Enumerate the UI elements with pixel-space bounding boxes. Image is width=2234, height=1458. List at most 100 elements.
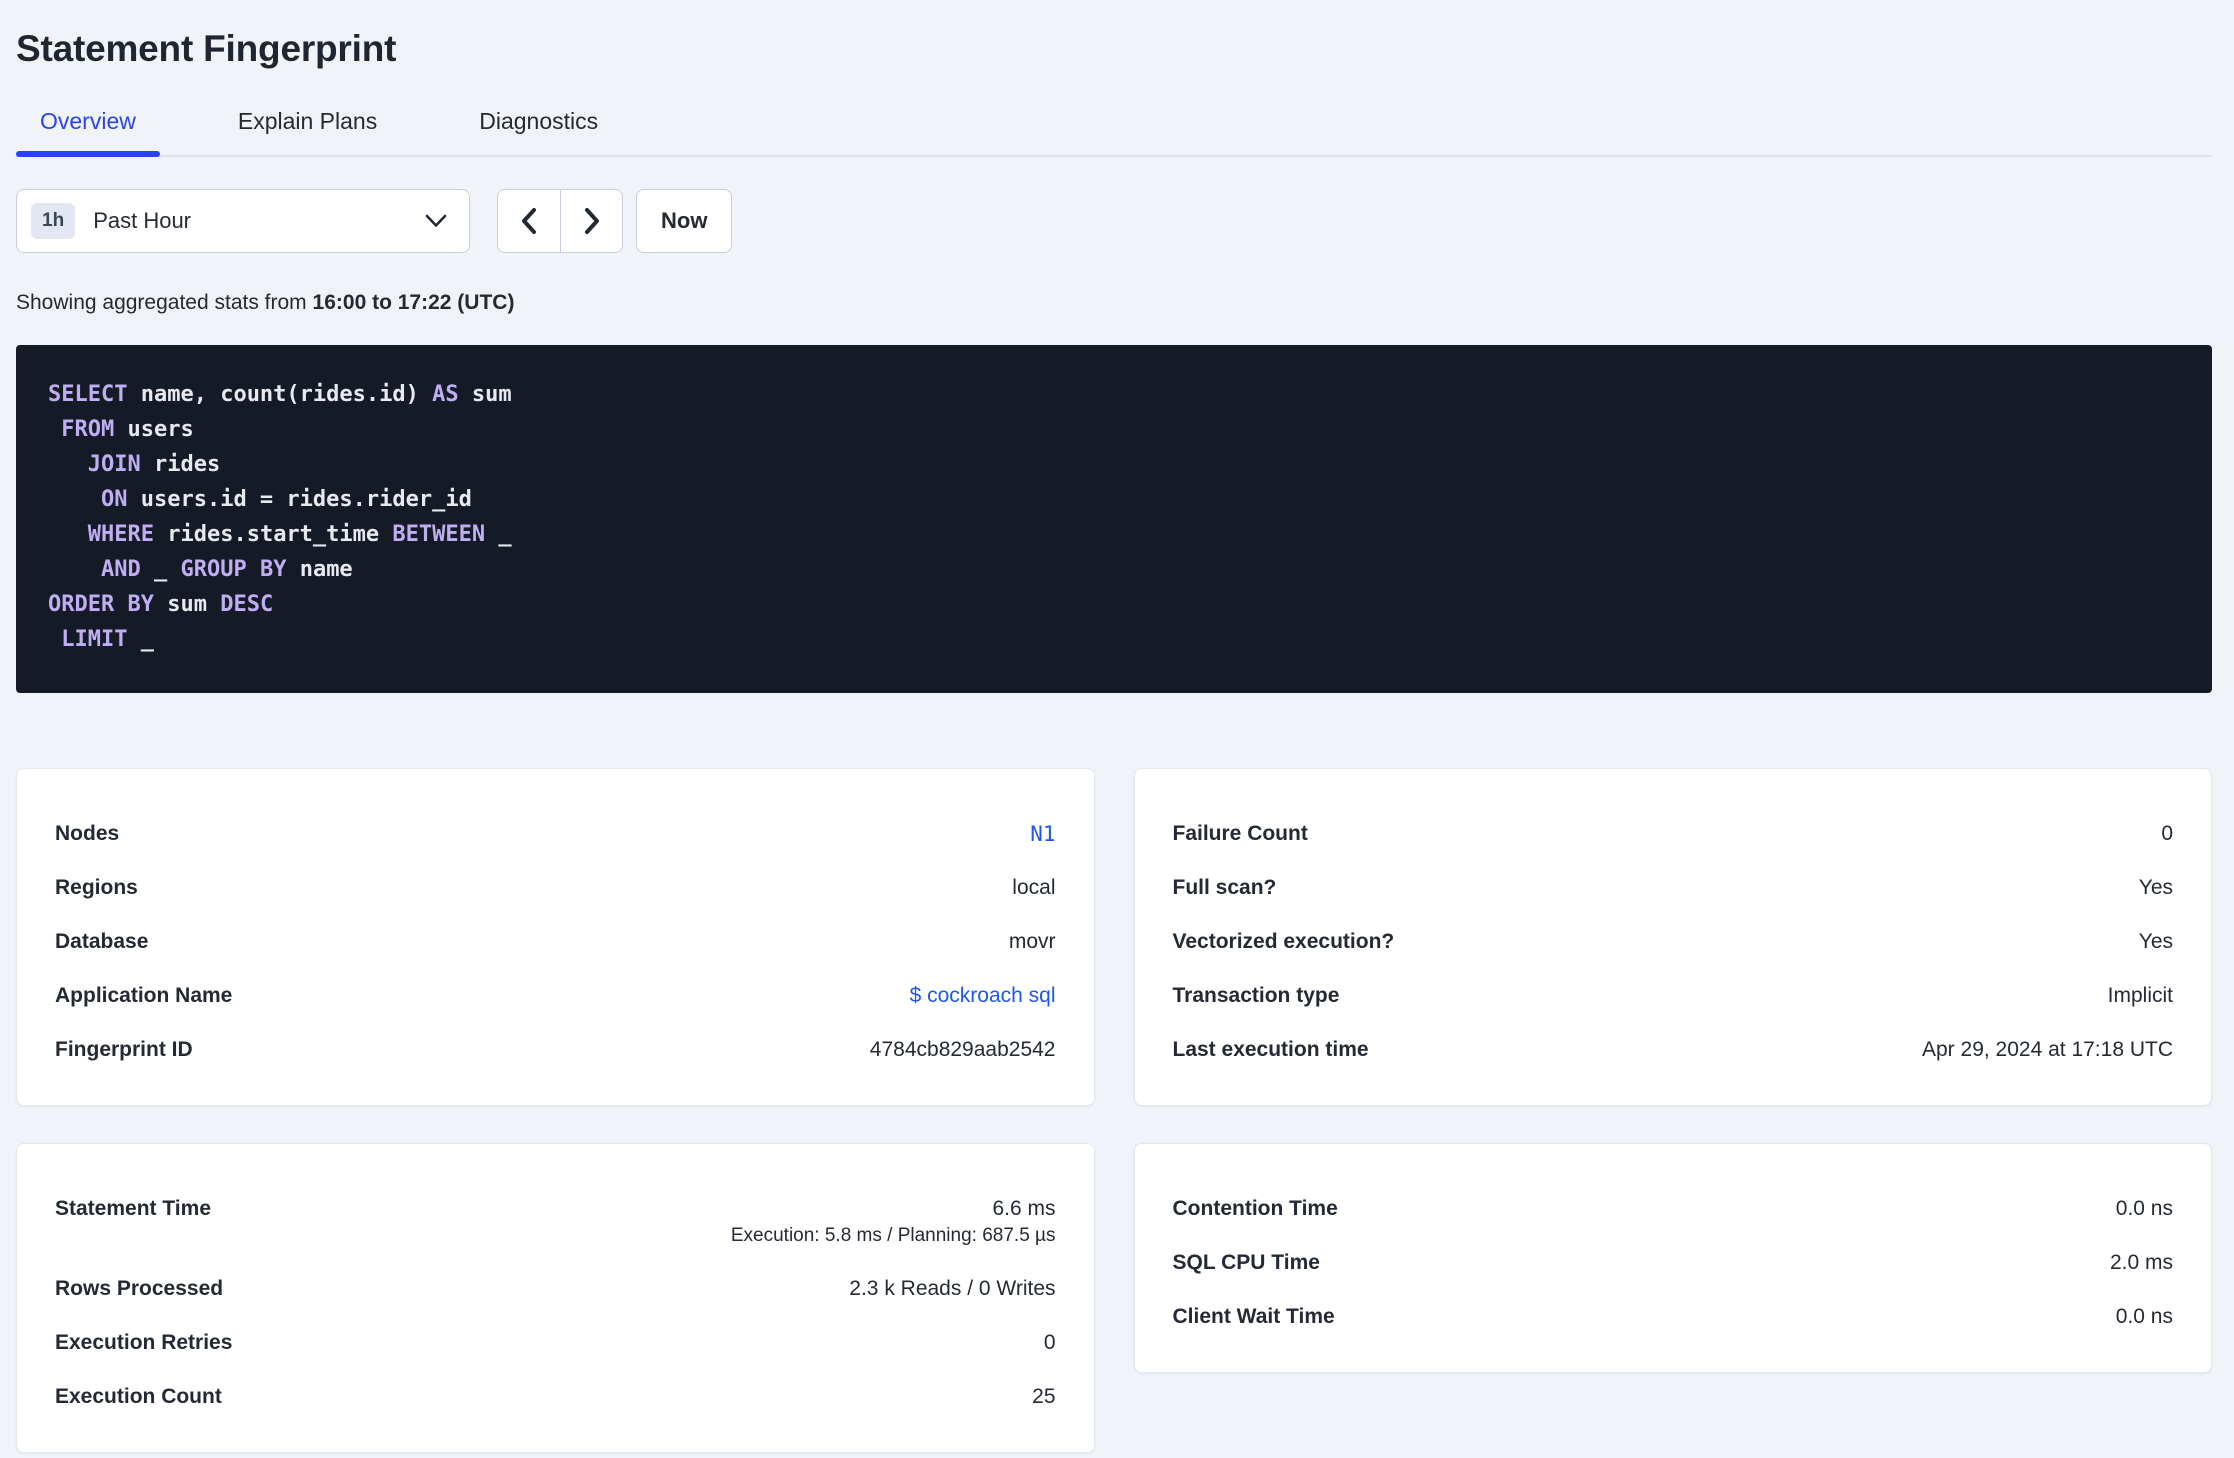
stat-value: 25 — [1032, 1385, 1056, 1408]
sql-statement-box: SELECT name, count(rides.id) AS sum FROM… — [16, 345, 2212, 693]
sql-keyword: AND — [100, 557, 141, 582]
stat-value-group: 2.3 k Reads / 0 Writes — [849, 1262, 1055, 1316]
tab-overview[interactable]: Overview — [16, 108, 160, 157]
stat-label: Regions — [55, 876, 138, 899]
stat-value: 0.0 ns — [2115, 1305, 2173, 1328]
stat-label: Failure Count — [1172, 822, 1308, 845]
tab-explain-plans[interactable]: Explain Plans — [214, 108, 401, 155]
sql-keyword: AS — [432, 382, 459, 407]
stat-value: Apr 29, 2024 at 17:18 UTC — [1922, 1038, 2173, 1061]
summary-cards-row-2: Statement Time 6.6 ms Execution: 5.8 ms / … — [16, 1143, 2212, 1453]
execution-attributes-card: Failure Count 0 Full scan? Yes Vectorized ex… — [1133, 768, 2212, 1106]
stat-row: Full scan? Yes — [1173, 861, 2174, 915]
stat-row: Fingerprint ID 4784cb829aab2542 — [55, 1023, 1056, 1077]
sql-keyword: DESC — [220, 592, 274, 617]
stat-label: Vectorized execution? — [1172, 930, 1395, 953]
next-interval-button[interactable] — [560, 190, 622, 252]
sql-keyword: ORDER BY — [48, 592, 154, 617]
time-controls: 1h Past Hour Now — [16, 189, 2212, 253]
stat-value: 4784cb829aab2542 — [869, 1038, 1056, 1061]
sql-keyword: JOIN — [87, 452, 141, 477]
stat-label: Fingerprint ID — [55, 1038, 193, 1061]
sql-keyword: FROM — [61, 417, 115, 442]
sql-keyword: WHERE — [87, 522, 154, 547]
tab-bar: Overview Explain Plans Diagnostics — [16, 108, 2212, 157]
sql-text: name — [286, 557, 353, 582]
sql-text: sum — [458, 382, 512, 407]
time-range-select[interactable]: 1h Past Hour — [16, 189, 470, 253]
sql-keyword: ON — [100, 487, 128, 512]
sql-text: _ — [127, 627, 154, 652]
stat-value: 2.3 k Reads / 0 Writes — [849, 1277, 1056, 1300]
sql-keyword: BETWEEN — [392, 522, 486, 547]
stat-row: SQL CPU Time 2.0 ms — [1173, 1236, 2174, 1290]
tab-diagnostics[interactable]: Diagnostics — [455, 108, 622, 155]
summary-cards-row-1: Nodes N1 Regions local Database movr Applicati… — [16, 768, 2212, 1106]
stat-label: Database — [55, 930, 149, 953]
now-button[interactable]: Now — [636, 189, 733, 253]
stat-value-group: 0.0 ns — [2116, 1182, 2173, 1236]
sql-text: name, count(rides.id) — [127, 382, 433, 407]
chevron-left-icon — [519, 207, 539, 235]
sql-text: sum — [153, 592, 221, 617]
stat-label: Execution Retries — [55, 1331, 233, 1354]
stat-row: Transaction type Implicit — [1173, 969, 2174, 1023]
stat-label: SQL CPU Time — [1172, 1251, 1320, 1274]
stat-label: Last execution time — [1172, 1038, 1369, 1061]
stat-label: Rows Processed — [55, 1277, 224, 1300]
stat-value-group: 0.0 ns — [2116, 1290, 2173, 1344]
sql-line: JOIN rides — [48, 447, 2182, 482]
stat-value: local — [1012, 876, 1056, 899]
stat-value-group: 25 — [1032, 1370, 1055, 1424]
sql-keyword: SELECT — [48, 382, 128, 407]
aggregated-stats-range: 16:00 to 17:22 (UTC) — [312, 291, 515, 314]
sql-text: users — [114, 417, 194, 442]
stat-value-group: Apr 29, 2024 at 17:18 UTC — [1922, 1023, 2173, 1077]
stat-row: Nodes N1 — [55, 807, 1056, 861]
stat-row: Execution Count 25 — [55, 1370, 1056, 1424]
chevron-down-icon — [425, 214, 447, 228]
sql-line: ORDER BY sum DESC — [48, 587, 2182, 622]
sql-line: ON users.id = rides.rider_id — [48, 482, 2182, 517]
stat-subvalue: Execution: 5.8 ms / Planning: 687.5 µs — [730, 1225, 1056, 1246]
stat-value-group: Yes — [2139, 861, 2173, 915]
stat-label: Execution Count — [55, 1385, 222, 1408]
stat-value-group: 0 — [2161, 807, 2173, 861]
stat-label: Client Wait Time — [1172, 1305, 1335, 1328]
stat-value-group: 0 — [1044, 1316, 1056, 1370]
statement-timing-card: Statement Time 6.6 ms Execution: 5.8 ms / … — [16, 1143, 1095, 1453]
previous-interval-button[interactable] — [498, 190, 560, 252]
stat-label: Transaction type — [1172, 984, 1340, 1007]
wait-time-card: Contention Time 0.0 ns SQL CPU Time 2.0 ms C… — [1133, 1143, 2212, 1373]
stat-value: 0 — [1043, 1331, 1056, 1354]
sql-line: FROM users — [48, 412, 2182, 447]
stat-row: Vectorized execution? Yes — [1173, 915, 2174, 969]
stat-value: 0.0 ns — [2115, 1197, 2173, 1220]
stat-value-group: 6.6 ms Execution: 5.8 ms / Planning: 687.… — [731, 1182, 1056, 1262]
stat-label: Contention Time — [1172, 1197, 1338, 1220]
stat-label: Statement Time — [55, 1197, 211, 1220]
stat-row: Regions local — [55, 861, 1056, 915]
sql-text: rides.start_time — [153, 522, 393, 547]
stat-value-group: 2.0 ms — [2110, 1236, 2173, 1290]
stat-value-link[interactable]: N1 — [1030, 807, 1055, 861]
stat-value-group: local — [1012, 861, 1055, 915]
sql-keyword: GROUP BY — [180, 557, 287, 582]
stat-row: Statement Time 6.6 ms Execution: 5.8 ms / … — [55, 1182, 1056, 1262]
stat-value-link[interactable]: $ cockroach sql — [910, 969, 1056, 1023]
sql-text: _ — [485, 522, 512, 547]
stat-value-group: N1 — [1030, 807, 1055, 861]
page-title: Statement Fingerprint — [16, 28, 397, 69]
time-step-buttons — [497, 189, 623, 253]
aggregated-stats-caption: Showing aggregated stats from 16:00 to 17… — [16, 291, 2212, 315]
stat-row: Application Name $ cockroach sql — [55, 969, 1056, 1023]
stat-label: Nodes — [55, 822, 120, 845]
sql-line: AND _ GROUP BY name — [48, 552, 2182, 587]
stat-value: movr — [1008, 930, 1056, 953]
time-range-badge: 1h — [31, 203, 76, 239]
